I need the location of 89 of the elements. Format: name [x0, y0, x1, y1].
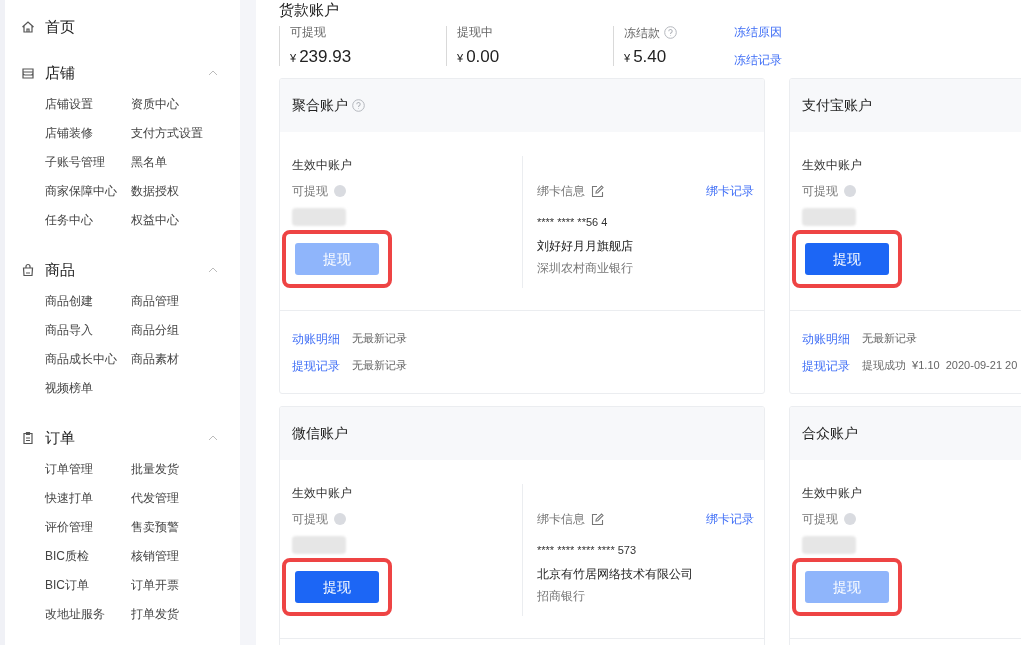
nav-section-title[interactable]: 订单: [45, 426, 75, 450]
stat-amount: 0.00: [466, 47, 500, 65]
card-holder: 刘好好月月旗舰店: [537, 237, 634, 255]
blurred-amount: [802, 208, 856, 226]
nav-item[interactable]: 子账号管理: [45, 148, 131, 177]
nav-item[interactable]: 售卖预警: [131, 513, 220, 542]
nav-item[interactable]: 评价管理: [45, 513, 131, 542]
record-link[interactable]: 提现记录: [292, 356, 340, 375]
edit-icon[interactable]: [591, 512, 604, 526]
available-label: 可提现: [292, 183, 328, 200]
bank-name: 深圳农村商业银行: [537, 259, 634, 277]
nav-item[interactable]: 视频榜单: [45, 374, 131, 403]
page-title: 货款账户: [279, 0, 340, 20]
nav-section-title[interactable]: 商品: [45, 258, 75, 282]
record-link[interactable]: 动账明细: [802, 329, 850, 348]
card-title: 支付宝账户: [802, 96, 872, 115]
nav-item[interactable]: 打单发货: [131, 600, 220, 629]
status-label: 生效中账户: [802, 157, 863, 174]
stat-amount: 239.93: [299, 47, 352, 65]
nav-item[interactable]: 商品成长中心: [45, 345, 131, 374]
currency-symbol: ¥: [457, 50, 464, 66]
bind-card-record-link[interactable]: 绑卡记录: [706, 182, 754, 200]
record-link[interactable]: 提现记录: [802, 356, 850, 375]
nav-item[interactable]: 代发管理: [131, 484, 220, 513]
available-label: 可提现: [802, 183, 838, 200]
nav-item[interactable]: 核销管理: [131, 542, 220, 571]
nav-item[interactable]: 黑名单: [131, 148, 220, 177]
card-title: 微信账户: [292, 424, 348, 443]
bind-card-record-link[interactable]: 绑卡记录: [706, 510, 754, 528]
bank-name: 招商银行: [537, 587, 586, 605]
stat-amount: 5.40: [633, 47, 667, 65]
home-icon: [21, 20, 35, 34]
stat-label: 可提现: [290, 26, 326, 38]
currency-symbol: ¥: [624, 50, 631, 66]
card-number: **** **** **** **** 573: [537, 543, 638, 558]
nav-home[interactable]: 首页: [45, 15, 75, 39]
nav-item[interactable]: 商品创建: [45, 287, 131, 316]
card-number: **** **** **56 4: [537, 215, 609, 230]
bank-info-label: 绑卡信息: [537, 511, 585, 528]
collapse-caret-icon[interactable]: [208, 267, 218, 273]
nav-item[interactable]: 商品分组: [131, 316, 220, 345]
status-label: 生效中账户: [802, 485, 863, 502]
available-label: 可提现: [292, 511, 328, 528]
record-text: 无最新记录: [352, 358, 407, 374]
card-title: 合众账户: [802, 424, 858, 443]
card-title: 聚合账户: [292, 96, 348, 115]
record-link[interactable]: 动账明细: [292, 329, 340, 348]
bank-info-label: 绑卡信息: [537, 183, 585, 200]
nav-item[interactable]: 商家保障中心: [45, 177, 131, 206]
clipboard-icon: [21, 431, 35, 445]
blurred-amount: [802, 536, 856, 554]
blurred-amount: [292, 536, 346, 554]
nav-item[interactable]: 数据授权: [131, 177, 220, 206]
currency-symbol: ¥: [290, 50, 297, 66]
status-label: 生效中账户: [292, 485, 353, 502]
withdraw-button[interactable]: 提现: [295, 571, 379, 603]
collapse-caret-icon[interactable]: [208, 435, 218, 441]
collapse-caret-icon[interactable]: [208, 70, 218, 76]
nav-item[interactable]: 店铺装修: [45, 119, 131, 148]
nav-item[interactable]: 资质中心: [131, 90, 220, 119]
card-holder: 北京有竹居网络技术有限公司: [537, 565, 694, 583]
edit-icon[interactable]: [591, 184, 604, 198]
available-label: 可提现: [802, 511, 838, 528]
bag-icon: [21, 263, 35, 277]
nav-item[interactable]: BIC质检: [45, 542, 131, 571]
nav-item[interactable]: 店铺设置: [45, 90, 131, 119]
blurred-amount: [292, 208, 346, 226]
nav-item[interactable]: 订单管理: [45, 455, 131, 484]
nav-item[interactable]: 商品导入: [45, 316, 131, 345]
withdraw-button[interactable]: 提现: [805, 243, 889, 275]
nav-item[interactable]: 支付方式设置: [131, 119, 220, 148]
nav-item[interactable]: 改地址服务: [45, 600, 131, 629]
nav-item[interactable]: 权益中心: [131, 206, 220, 235]
nav-item[interactable]: 快速打单: [45, 484, 131, 513]
record-text: 无最新记录: [862, 331, 917, 347]
record-text: 无最新记录: [352, 331, 407, 347]
stat-label: 冻结款: [624, 26, 660, 39]
stat-link[interactable]: 冻结原因: [734, 26, 782, 38]
nav-item[interactable]: 任务中心: [45, 206, 131, 235]
nav-item[interactable]: 商品管理: [131, 287, 220, 316]
record-text: 提现成功 ¥1.10 2020-09-21 20: [862, 358, 1018, 374]
nav-item[interactable]: BIC订单: [45, 571, 131, 600]
status-label: 生效中账户: [292, 157, 353, 174]
nav-section-title[interactable]: 店铺: [45, 61, 75, 85]
nav-item[interactable]: 批量发货: [131, 455, 220, 484]
nav-item[interactable]: 订单开票: [131, 571, 220, 600]
nav-item[interactable]: 商品素材: [131, 345, 220, 374]
stat-link[interactable]: 冻结记录: [734, 54, 782, 66]
stat-label: 提现中: [457, 26, 493, 38]
